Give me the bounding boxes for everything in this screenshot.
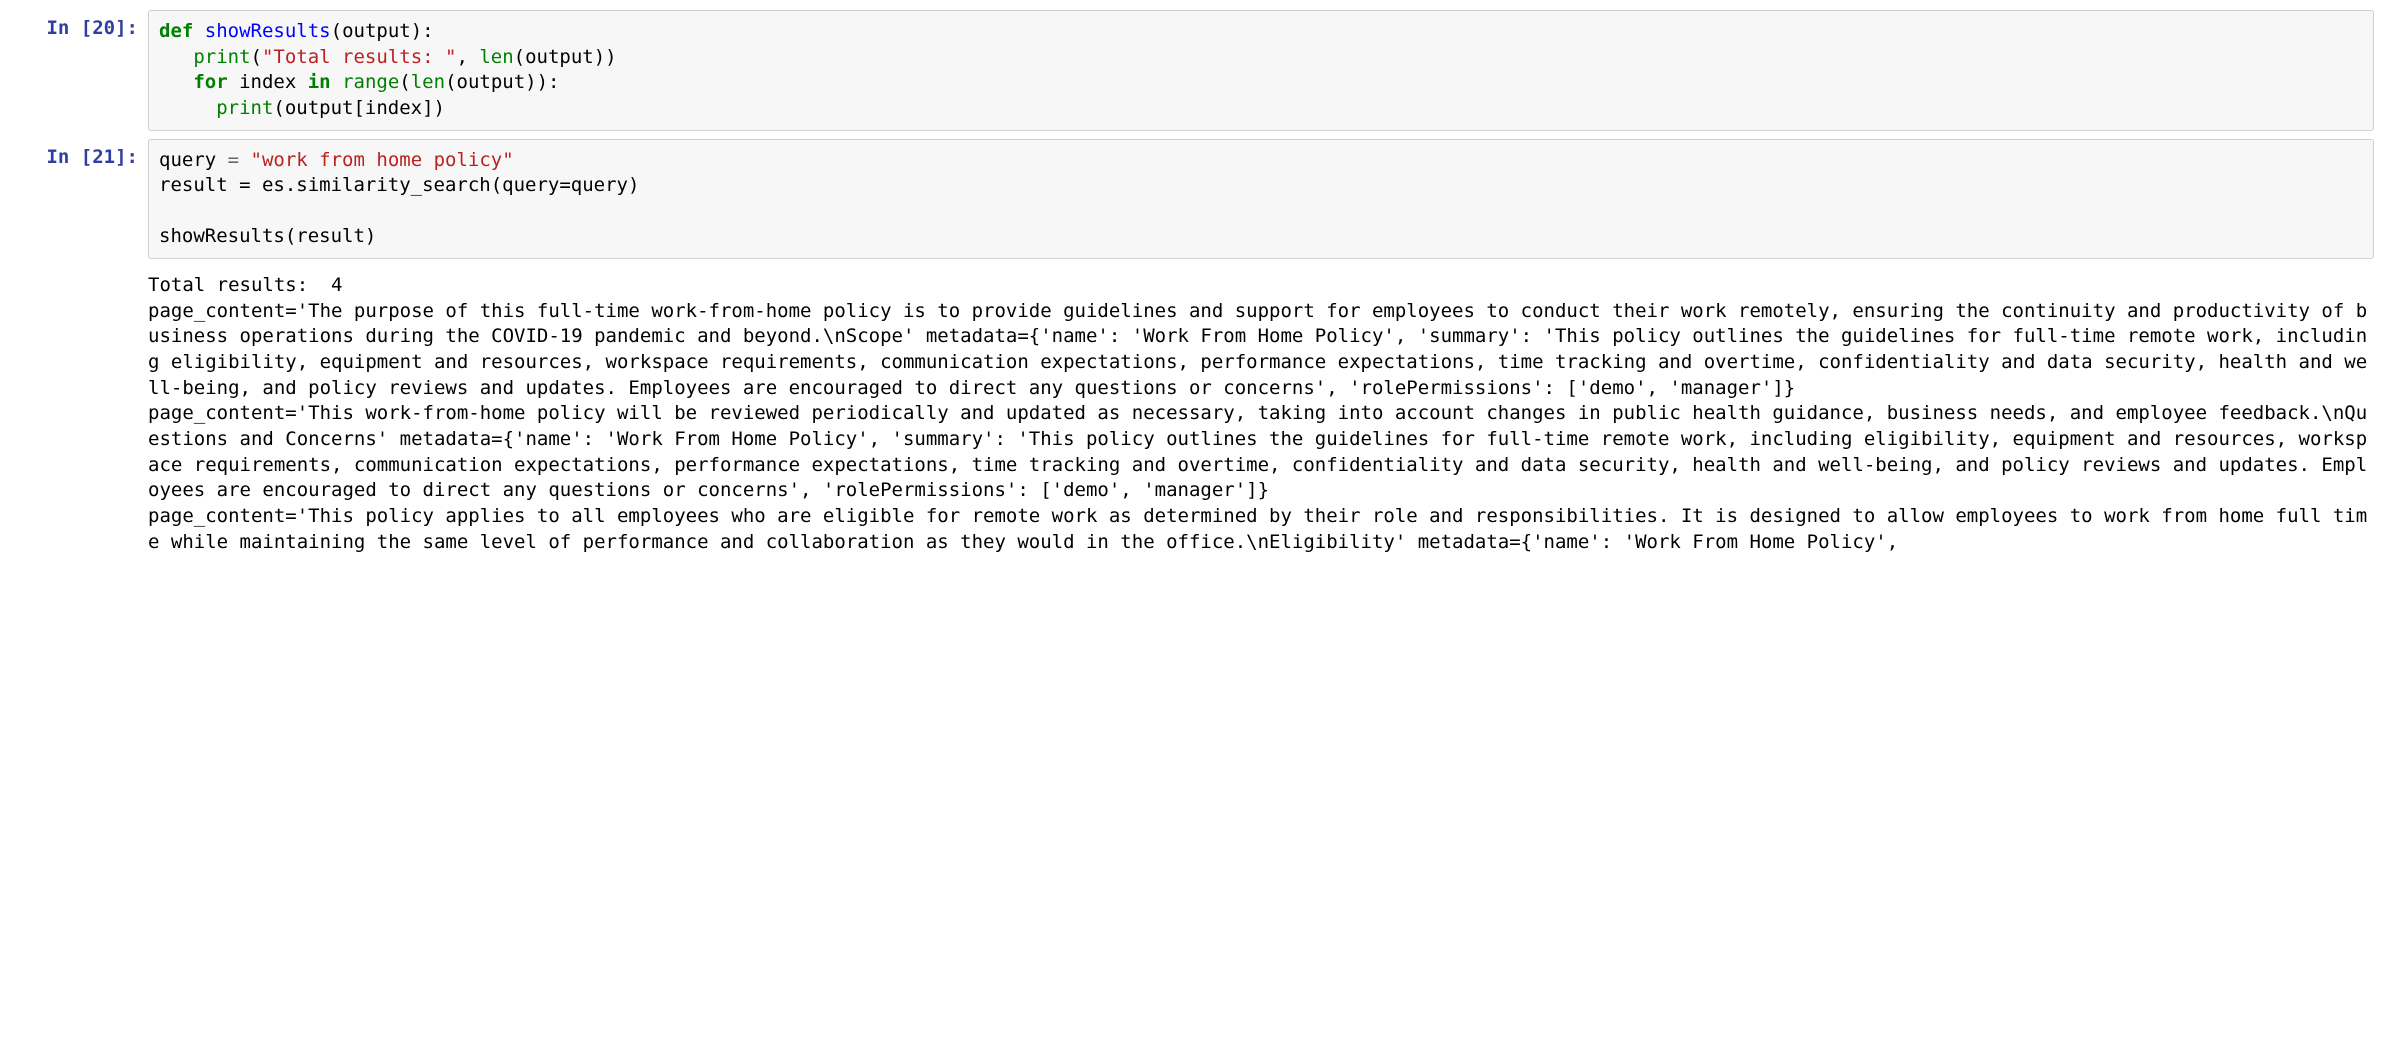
code-cell-20: In [20]: def showResults(output): print(…	[8, 10, 2374, 131]
cell-body: def showResults(output): print("Total re…	[148, 10, 2374, 131]
code-text: (output))	[514, 46, 617, 68]
string-literal: "work from home policy"	[251, 149, 514, 171]
operator: =	[228, 149, 239, 171]
keyword-in: in	[308, 71, 331, 93]
code-text: ,	[456, 46, 479, 68]
code-text	[331, 71, 342, 93]
input-prompt: In [20]:	[8, 10, 148, 42]
builtin-print: print	[216, 97, 273, 119]
code-text: index	[228, 71, 308, 93]
code-text: (	[251, 46, 262, 68]
code-text: result = es.similarity_search(query=quer…	[159, 174, 639, 196]
builtin-print: print	[193, 46, 250, 68]
code-editor[interactable]: query = "work from home policy" result =…	[148, 139, 2374, 260]
code-text: (	[399, 71, 410, 93]
code-text: (output)):	[445, 71, 559, 93]
string-literal: "Total results: "	[262, 46, 456, 68]
builtin-range: range	[342, 71, 399, 93]
cell-body: Total results: 4 page_content='The purpo…	[148, 267, 2374, 555]
cell-body: query = "work from home policy" result =…	[148, 139, 2374, 260]
code-text	[239, 149, 250, 171]
output-cell-21: Out[ ]: Total results: 4 page_content='T…	[8, 267, 2374, 555]
stdout-output: Total results: 4 page_content='The purpo…	[148, 267, 2374, 555]
code-text: query	[159, 149, 228, 171]
input-prompt: In [21]:	[8, 139, 148, 171]
function-name: showResults	[205, 20, 331, 42]
code-text: (output[index])	[273, 97, 445, 119]
code-text: showResults(result)	[159, 225, 376, 247]
builtin-len: len	[479, 46, 513, 68]
code-editor[interactable]: def showResults(output): print("Total re…	[148, 10, 2374, 131]
code-cell-21: In [21]: query = "work from home policy"…	[8, 139, 2374, 260]
builtin-len: len	[411, 71, 445, 93]
keyword-for: for	[193, 71, 227, 93]
keyword-def: def	[159, 20, 193, 42]
code-text: (output):	[331, 20, 434, 42]
